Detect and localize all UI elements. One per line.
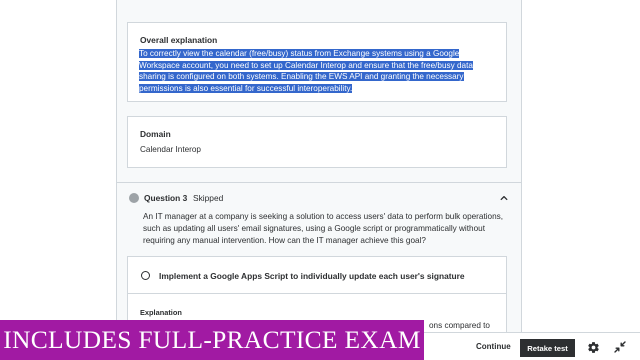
overall-explanation-card: Overall explanation To correctly view th… <box>127 22 507 102</box>
overall-explanation-text: To correctly view the calendar (free/bus… <box>139 48 501 94</box>
gear-icon[interactable] <box>587 341 600 354</box>
results-panel: Overall explanation To correctly view th… <box>116 0 522 332</box>
skipped-status-dot <box>129 193 139 203</box>
promo-banner-text: INCLUDES FULL-PRACTICE EXAM <box>3 325 421 354</box>
promo-banner: INCLUDES FULL-PRACTICE EXAM <box>0 320 424 360</box>
domain-value: Calendar Interop <box>140 145 201 154</box>
answer-option-text: Implement a Google Apps Script to indivi… <box>159 271 465 281</box>
bottom-action-bar: Continue Retake test <box>424 332 640 360</box>
answer-divider <box>128 293 506 294</box>
question-number: Question 3 <box>144 193 188 203</box>
section-divider <box>117 182 521 183</box>
question-header[interactable]: Question 3 Skipped <box>117 190 521 206</box>
domain-card: Domain Calendar Interop <box>127 116 507 168</box>
selected-text: To correctly view the calendar (free/bus… <box>139 49 473 93</box>
domain-title: Domain <box>140 129 171 139</box>
question-status: Skipped <box>193 193 224 203</box>
continue-button[interactable]: Continue <box>476 342 511 351</box>
chevron-up-icon[interactable] <box>500 194 508 202</box>
retake-test-button[interactable]: Retake test <box>520 339 575 357</box>
collapse-arrows-icon[interactable] <box>614 341 626 353</box>
radio-button[interactable] <box>141 271 150 280</box>
answer-explanation-label: Explanation <box>140 308 182 317</box>
answer-explanation-text: ons compared to <box>429 321 490 330</box>
question-text: An IT manager at a company is seeking a … <box>143 212 504 245</box>
overall-explanation-title: Overall explanation <box>140 35 218 45</box>
